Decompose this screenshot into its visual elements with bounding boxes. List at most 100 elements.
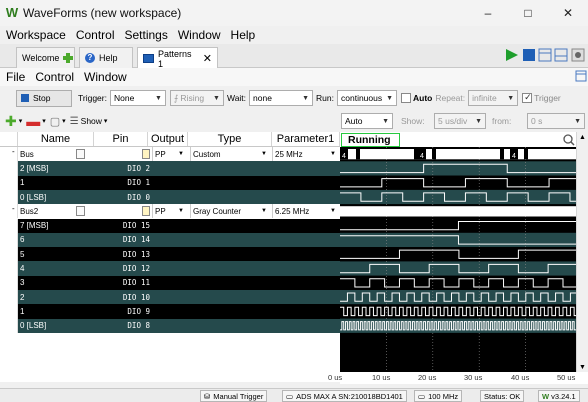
collapse-icon[interactable]: -	[12, 204, 15, 213]
zoom-icon[interactable]	[563, 134, 575, 146]
close-button[interactable]: ✕	[548, 0, 588, 26]
stop-button[interactable]: Stop	[16, 89, 72, 107]
repeat-select[interactable]: infinite ▼	[468, 90, 519, 106]
row-handle[interactable]	[0, 161, 18, 176]
chevron-down-icon[interactable]: ▾	[62, 117, 66, 125]
menu-file[interactable]: File	[6, 70, 25, 84]
channel-pin[interactable]: DIO 8	[100, 319, 150, 333]
row-handle[interactable]	[0, 290, 18, 305]
parameter-select[interactable]: 6.25 MHz	[272, 204, 338, 219]
signal-row[interactable]: 0 [LSB] DIO 0	[18, 189, 340, 205]
scroll-down-icon[interactable]: ▼	[579, 364, 586, 371]
channel-pin[interactable]: DIO 1	[100, 176, 150, 190]
collapse-icon[interactable]: -	[12, 147, 15, 156]
pencil-icon[interactable]	[142, 206, 150, 217]
col-pin[interactable]: Pin	[94, 132, 148, 146]
row-handle[interactable]	[0, 261, 18, 276]
channel-name[interactable]: 2 [MSB]	[20, 161, 94, 175]
parameter-select[interactable]: 25 MHz	[272, 147, 338, 162]
type-select[interactable]: Custom	[190, 147, 270, 162]
menu-help[interactable]: Help	[231, 28, 256, 42]
signal-row[interactable]: 4 DIO 12	[18, 261, 340, 276]
menu-settings[interactable]: Settings	[125, 28, 168, 42]
manual-trigger-button[interactable]: ⛁ Manual Trigger	[200, 390, 268, 402]
signal-row[interactable]: 5 DIO 13	[18, 247, 340, 262]
remove-channel-icon[interactable]: ▬	[26, 113, 40, 129]
signal-row[interactable]: 0 [LSB] DIO 8	[18, 318, 340, 333]
channel-pin[interactable]: DIO 10	[100, 290, 150, 304]
signal-row[interactable]: 7 [MSB] DIO 15	[18, 218, 340, 233]
channel-name[interactable]: 6	[20, 233, 94, 247]
channel-name[interactable]: 5	[20, 247, 94, 261]
col-output[interactable]: Output	[148, 132, 188, 146]
channel-name[interactable]: 1	[20, 176, 94, 190]
chevron-down-icon[interactable]: ▾	[19, 117, 23, 125]
row-handle[interactable]	[0, 304, 18, 319]
channel-pin[interactable]: DIO 12	[100, 261, 150, 275]
channel-pin[interactable]: DIO 13	[100, 247, 150, 261]
trigger-checkbox[interactable]: ✓	[522, 92, 533, 103]
pencil-icon[interactable]	[142, 149, 150, 159]
tab-welcome[interactable]: Welcome	[16, 47, 75, 68]
channel-pin[interactable]: DIO 9	[100, 304, 150, 318]
bus-row[interactable]: Bus2- PP ▼ Gray Counter ▼ 6.25 MHz ▼	[12, 204, 340, 219]
from-select[interactable]: 0 s ▼	[527, 113, 585, 129]
signal-row[interactable]: 1 DIO 9	[18, 304, 340, 319]
timebase-select[interactable]: 5 us/div ▼	[434, 113, 486, 129]
device-status[interactable]: ▭ ADS MAX A SN:210018BD1401	[282, 390, 407, 402]
channel-name[interactable]: 1	[20, 304, 94, 318]
split-icon[interactable]	[554, 48, 568, 62]
stop-icon[interactable]	[523, 49, 535, 61]
bus-row[interactable]: Bus - PP ▼ Custom ▼ 25 MHz ▼	[12, 147, 340, 162]
col-type[interactable]: Type	[188, 132, 272, 146]
channel-name[interactable]: 0 [LSB]	[20, 190, 94, 204]
signal-row[interactable]: 2 DIO 10	[18, 290, 340, 305]
signal-row[interactable]: 1 DIO 1	[18, 175, 340, 190]
wait-select[interactable]: none ▼	[249, 90, 314, 106]
menu-control[interactable]: Control	[76, 28, 115, 42]
menu-control-2[interactable]: Control	[35, 70, 74, 84]
type-select[interactable]: Gray Counter	[190, 204, 270, 219]
edit-icon[interactable]: ▢	[50, 115, 60, 128]
channel-name[interactable]: 7 [MSB]	[20, 219, 94, 233]
scroll-up-icon[interactable]: ▲	[579, 134, 586, 141]
row-handle[interactable]	[0, 204, 18, 219]
edge-select[interactable]: ⨍ Rising ▼	[169, 90, 224, 106]
row-handle[interactable]	[0, 275, 18, 290]
minimize-button[interactable]: –	[468, 0, 508, 26]
vertical-scrollbar[interactable]: ▲ ▼	[576, 132, 588, 382]
row-handle[interactable]	[0, 175, 18, 190]
channel-name[interactable]: 3	[20, 276, 94, 290]
channel-name[interactable]: 4	[20, 261, 94, 275]
row-handle[interactable]	[0, 318, 18, 333]
clock-status[interactable]: ▭ 100 MHz	[414, 390, 463, 402]
channel-name[interactable]: 0 [LSB]	[20, 319, 94, 333]
row-handle[interactable]	[0, 232, 18, 248]
menu-window[interactable]: Window	[178, 28, 221, 42]
row-handle[interactable]	[0, 189, 18, 205]
menu-window-2[interactable]: Window	[84, 70, 127, 84]
menu-workspace[interactable]: Workspace	[6, 28, 66, 42]
channel-pin[interactable]: DIO 14	[100, 233, 150, 247]
channel-pin[interactable]: DIO 0	[100, 190, 150, 204]
tab-close-icon[interactable]: ✕	[203, 52, 212, 65]
layout-icon[interactable]	[538, 48, 552, 62]
channel-pin[interactable]: DIO 15	[100, 219, 150, 233]
maximize-button[interactable]: □	[508, 0, 548, 26]
bus-edit-icon[interactable]	[76, 149, 85, 159]
signal-row[interactable]: 2 [MSB] DIO 2	[18, 161, 340, 176]
col-parameter1[interactable]: Parameter1	[272, 132, 340, 146]
trigger-select[interactable]: None ▼	[109, 90, 166, 106]
run-select[interactable]: continuous ▼	[337, 90, 397, 106]
signal-row[interactable]: 6 DIO 14	[18, 232, 340, 248]
col-name[interactable]: Name	[18, 132, 94, 146]
tab-help[interactable]: ? Help	[79, 47, 133, 68]
auto-checkbox[interactable]	[401, 93, 411, 103]
dock-icon[interactable]	[575, 70, 587, 82]
row-handle[interactable]	[0, 218, 18, 233]
settings-icon[interactable]	[571, 48, 585, 62]
chevron-down-icon[interactable]: ▾	[42, 117, 46, 125]
signal-row[interactable]: 3 DIO 11	[18, 275, 340, 290]
chevron-down-icon[interactable]: ▾	[104, 117, 108, 125]
bus-edit-icon[interactable]	[76, 206, 85, 217]
